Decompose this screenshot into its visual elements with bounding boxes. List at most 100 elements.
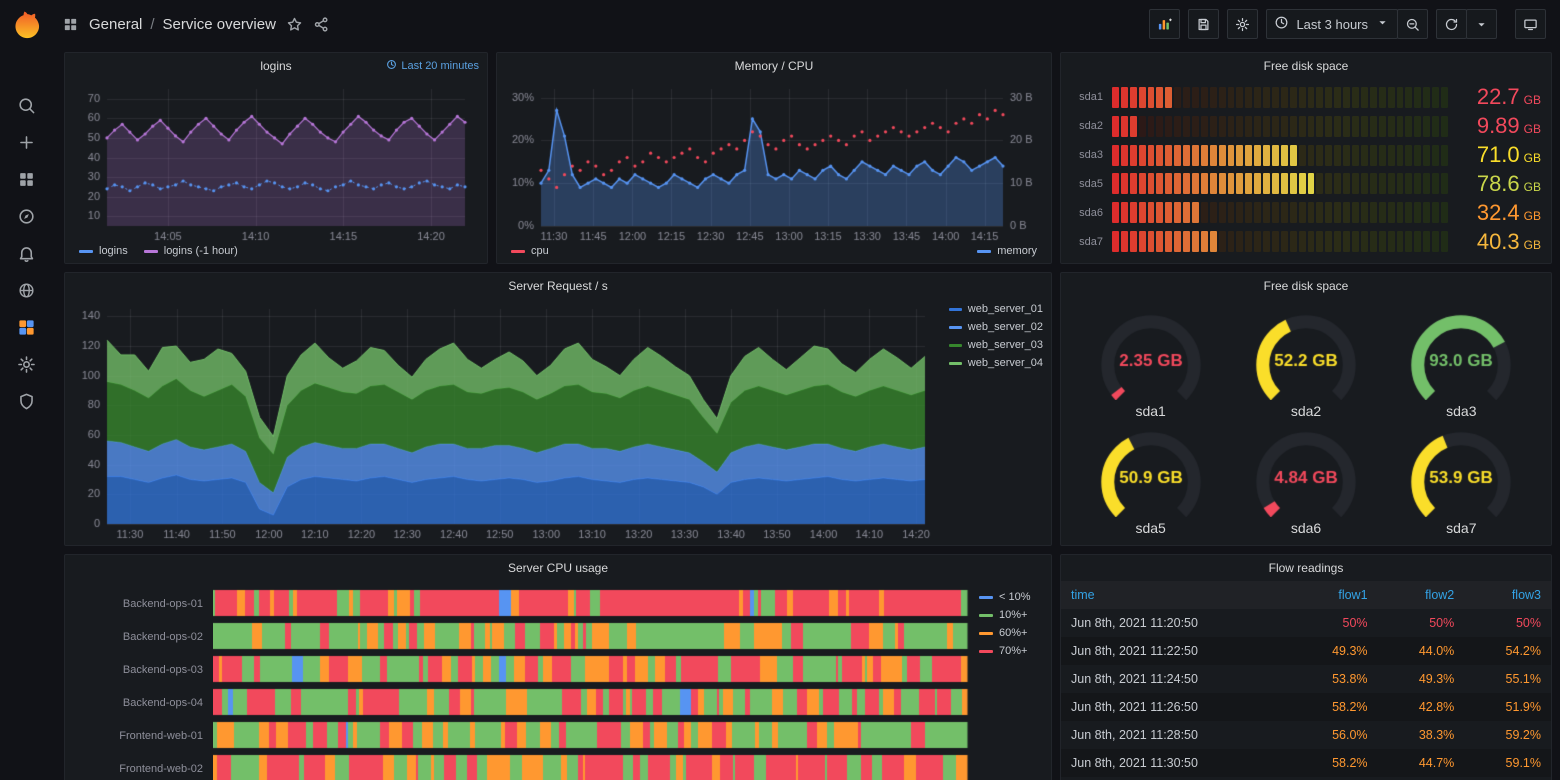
legend-item[interactable]: logins xyxy=(79,245,128,257)
table-row: Jun 8th, 2021 11:26:5058.2%42.8%51.9% xyxy=(1061,693,1551,721)
disk-cell xyxy=(1148,87,1155,108)
disk-cell xyxy=(1414,145,1421,166)
disk-cell xyxy=(1263,87,1270,108)
disk-cell xyxy=(1379,87,1386,108)
disk-cell xyxy=(1219,116,1226,137)
column-header-flow1[interactable]: flow1 xyxy=(1291,581,1378,609)
disk-cell xyxy=(1130,231,1137,252)
time-range-picker[interactable]: Last 3 hours xyxy=(1266,9,1398,39)
sidebar-item-alerting[interactable] xyxy=(6,236,46,271)
sidebar-item-search[interactable] xyxy=(6,88,46,123)
legend-item[interactable]: < 10% xyxy=(979,591,1045,603)
sidebar-item-create[interactable] xyxy=(6,125,46,160)
disk-cell xyxy=(1343,231,1350,252)
cell-time: Jun 8th, 2021 11:28:50 xyxy=(1061,721,1291,749)
disk-bar xyxy=(1112,173,1448,194)
disk-cell xyxy=(1192,173,1199,194)
disk-cell xyxy=(1148,116,1155,137)
disk-cell xyxy=(1236,173,1243,194)
panel-title[interactable]: Memory / CPU xyxy=(735,59,814,73)
legend-item[interactable]: logins (-1 hour) xyxy=(144,245,238,257)
star-icon[interactable] xyxy=(286,16,303,33)
disk-cell xyxy=(1156,145,1163,166)
disk-cell xyxy=(1236,87,1243,108)
disk-value: 22.7GB xyxy=(1457,86,1541,108)
disk-cell xyxy=(1165,173,1172,194)
sidebar-item-dashboards[interactable] xyxy=(6,162,46,197)
legend-item[interactable]: cpu xyxy=(511,245,549,257)
legend-item[interactable]: web_server_04 xyxy=(949,357,1043,369)
column-header-flow3[interactable]: flow3 xyxy=(1464,581,1551,609)
disk-cell xyxy=(1139,231,1146,252)
disk-cell xyxy=(1388,202,1395,223)
time-controls: Last 3 hours xyxy=(1266,9,1428,39)
disk-value-number: 40.3 xyxy=(1477,229,1520,254)
shield-icon xyxy=(17,392,36,411)
dashboard-settings-button[interactable] xyxy=(1227,9,1258,39)
panel-title[interactable]: Server Request / s xyxy=(508,279,607,293)
sidebar-item-explore[interactable] xyxy=(6,199,46,234)
disk-bar-gauges: sda122.7GBsda29.89GBsda371.0GBsda578.6GB… xyxy=(1069,79,1543,260)
panel-time-override[interactable]: Last 20 minutes xyxy=(386,59,479,73)
legend-item[interactable]: memory xyxy=(977,245,1037,257)
breadcrumb-folder[interactable]: General xyxy=(89,16,142,33)
disk-cell xyxy=(1139,87,1146,108)
cpu-row-label: Backend-ops-03 xyxy=(65,653,213,686)
refresh-button[interactable] xyxy=(1436,9,1467,39)
disk-cell xyxy=(1405,231,1412,252)
cpu-usage-bars xyxy=(213,587,969,780)
cell-flow3: 50% xyxy=(1464,609,1551,637)
disk-cell xyxy=(1174,173,1181,194)
sidebar-item-server-admin[interactable] xyxy=(6,384,46,419)
panel-server-cpu-usage: Server CPU usage Backend-ops-01Backend-o… xyxy=(64,554,1052,780)
disk-label: sda5 xyxy=(1071,178,1103,190)
add-panel-button[interactable] xyxy=(1149,9,1180,39)
disk-gauges: sda1sda2sda3sda5sda6sda7 xyxy=(1069,299,1543,542)
disk-cell xyxy=(1352,116,1359,137)
disk-cell xyxy=(1308,202,1315,223)
panel-title[interactable]: Free disk space xyxy=(1264,279,1349,293)
disk-cell xyxy=(1370,173,1377,194)
legend-item[interactable]: web_server_03 xyxy=(949,339,1043,351)
legend-item[interactable]: 70%+ xyxy=(979,645,1045,657)
disk-cell xyxy=(1432,116,1439,137)
disk-cell xyxy=(1299,202,1306,223)
disk-cell xyxy=(1201,202,1208,223)
cell-time: Jun 8th, 2021 11:26:50 xyxy=(1061,693,1291,721)
column-header-flow2[interactable]: flow2 xyxy=(1378,581,1465,609)
legend-label: cpu xyxy=(531,245,549,257)
legend-item[interactable]: 10%+ xyxy=(979,609,1045,621)
sidebar-item-app-dashboard[interactable] xyxy=(6,310,46,345)
disk-cell xyxy=(1370,145,1377,166)
legend-item[interactable]: 60%+ xyxy=(979,627,1045,639)
disk-cell xyxy=(1254,202,1261,223)
panel-title[interactable]: Flow readings xyxy=(1269,561,1344,575)
gauge-label: sda2 xyxy=(1291,403,1321,419)
cell-flow2: 38.3% xyxy=(1378,721,1465,749)
save-dashboard-button[interactable] xyxy=(1188,9,1219,39)
gauge-cell: sda1 xyxy=(1073,301,1228,419)
zoom-out-button[interactable] xyxy=(1397,9,1428,39)
disk-value-unit: GB xyxy=(1524,122,1541,136)
refresh-interval-dropdown[interactable] xyxy=(1466,9,1497,39)
disk-cell xyxy=(1183,231,1190,252)
tv-mode-button[interactable] xyxy=(1515,9,1546,39)
panel-title[interactable]: Server CPU usage xyxy=(508,561,608,575)
legend-item[interactable]: web_server_02 xyxy=(949,321,1043,333)
panel-title[interactable]: logins xyxy=(260,59,291,73)
column-header-time[interactable]: time xyxy=(1061,581,1291,609)
breadcrumb-dashboard-title[interactable]: Service overview xyxy=(163,16,276,33)
sidebar-item-configuration[interactable] xyxy=(6,347,46,382)
disk-row: sda122.7GB xyxy=(1071,83,1541,111)
disk-cell xyxy=(1192,87,1199,108)
grafana-logo-icon[interactable] xyxy=(9,8,43,42)
disk-cell xyxy=(1201,87,1208,108)
legend-item[interactable]: web_server_01 xyxy=(949,303,1043,315)
share-icon[interactable] xyxy=(313,16,330,33)
disk-cell xyxy=(1361,116,1368,137)
panel-title[interactable]: Free disk space xyxy=(1264,59,1349,73)
sidebar-item-plugins[interactable] xyxy=(6,273,46,308)
cell-flow2: 44.0% xyxy=(1378,637,1465,665)
disk-cell xyxy=(1272,173,1279,194)
legend-marker xyxy=(79,250,93,253)
